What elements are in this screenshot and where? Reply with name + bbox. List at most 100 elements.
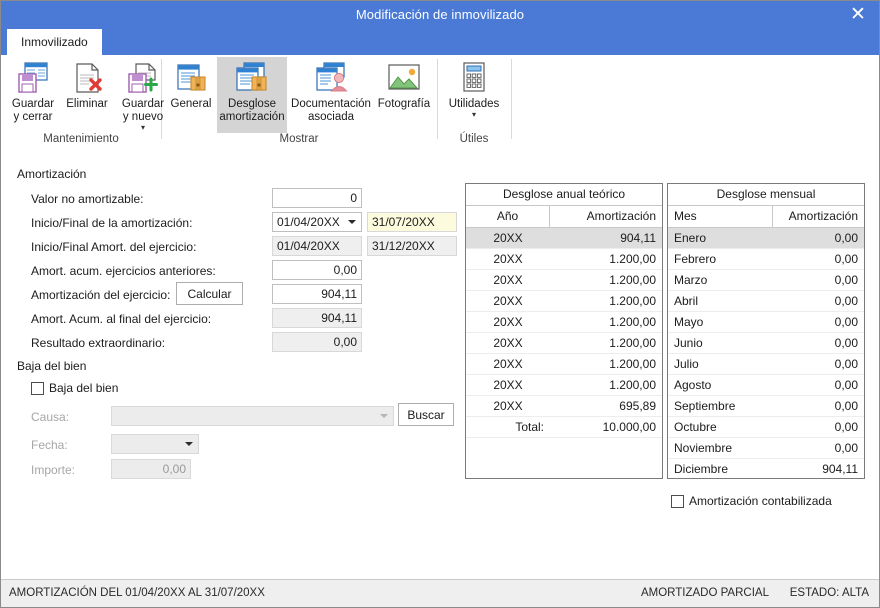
table-cell-label: 20XX [493, 378, 523, 392]
table-cell-value: 0,00 [834, 378, 858, 392]
input-final-amortizacion[interactable]: 31/07/20XX [367, 212, 457, 232]
checkbox-box [671, 494, 684, 508]
input-fecha [111, 434, 199, 454]
label-inicio-final-amortizacion: Inicio/Final de la amortización: [31, 216, 193, 230]
input-causa [111, 406, 394, 426]
column-header-mes: Mes [668, 206, 773, 227]
column-header-amortizacion: Amortización [788, 209, 858, 223]
table-cell-label: Diciembre [674, 462, 729, 476]
input-inicio-ejercicio: 01/04/20XX [272, 236, 362, 256]
table-cell-label: 20XX [493, 252, 523, 266]
table-row[interactable]: Mayo 0,00 [668, 312, 864, 333]
calcular-button[interactable]: Calcular [176, 282, 243, 305]
table-row[interactable]: Diciembre 904,11 [668, 459, 864, 478]
table-cell-value: 10.000,00 [602, 420, 656, 434]
label-importe: Importe: [31, 463, 76, 477]
table-row[interactable]: Marzo 0,00 [668, 270, 864, 291]
table-cell-label: Noviembre [674, 441, 733, 455]
table-cell-value: 904,11 [620, 231, 656, 245]
input-amort-acum-anteriores[interactable]: 0,00 [272, 260, 362, 280]
table-row[interactable]: 20XX 1.200,00 [466, 333, 662, 354]
table-cell-value: 1.200,00 [609, 273, 656, 287]
table-row[interactable]: 20XX 1.200,00 [466, 354, 662, 375]
chevron-down-icon [348, 220, 356, 224]
label-amortizacion-ejercicio: Amortización del ejercicio: [31, 288, 171, 302]
input-importe: 0,00 [111, 459, 191, 479]
tab-inmovilizado[interactable]: Inmovilizado [7, 29, 102, 55]
status-amortizado-parcial: AMORTIZADO PARCIAL [640, 587, 769, 599]
table-row[interactable]: Abril 0,00 [668, 291, 864, 312]
checkbox-amortizacion-contabilizada[interactable]: Amortización contabilizada [671, 494, 832, 508]
table-cell-value: 0,00 [834, 441, 858, 455]
ribbon-group-label: Mostrar [279, 133, 319, 145]
table-body: Enero 0,00 Febrero 0,00 Marzo 0,00 Abril 0,00 Ma… [668, 228, 864, 478]
input-final-ejercicio: 31/12/20XX [367, 236, 457, 256]
modification-dialog: Modificación de inmovilizado ✕ Inmoviliz… [0, 0, 880, 608]
label-inicio-final-ejercicio: Inicio/Final Amort. del ejercicio: [31, 240, 197, 254]
buscar-button[interactable]: Buscar [398, 403, 454, 426]
table-cell-value: 0,00 [834, 336, 858, 350]
table-cell-label: Octubre [674, 420, 717, 434]
column-header-amortizacion: Amortización [586, 209, 656, 223]
table-row[interactable]: Octubre 0,00 [668, 417, 864, 438]
ribbon-toolbar: Guardar y cerrar Eliminar Guardar y nuev… [1, 55, 879, 148]
table-title: Desglose mensual [668, 184, 864, 206]
table-row[interactable]: 20XX 904,11 [466, 228, 662, 249]
table-cell-value: 0,00 [834, 231, 858, 245]
table-row[interactable]: 20XX 1.200,00 [466, 249, 662, 270]
table-cell-label: Agosto [674, 378, 712, 392]
input-amort-acum-final: 904,11 [272, 308, 362, 328]
status-left-text: AMORTIZACIÓN DEL 01/04/20XX AL 31/07/20X… [9, 587, 265, 599]
checkbox-box [31, 381, 44, 395]
table-row[interactable]: 20XX 1.200,00 [466, 312, 662, 333]
table-cell-label: 20XX [493, 357, 523, 371]
table-cell-value: 0,00 [834, 420, 858, 434]
table-row[interactable]: Total: 10.000,00 [466, 417, 662, 438]
table-row[interactable]: 20XX 1.200,00 [466, 270, 662, 291]
input-amortizacion-ejercicio[interactable]: 904,11 [272, 284, 362, 304]
table-cell-label: Enero [674, 231, 707, 245]
table-cell-label: Febrero [674, 252, 717, 266]
status-bar: AMORTIZACIÓN DEL 01/04/20XX AL 31/07/20X… [1, 579, 879, 607]
table-row[interactable]: 20XX 695,89 [466, 396, 662, 417]
checkbox-baja-del-bien[interactable]: Baja del bien [31, 381, 118, 395]
table-desglose-anual: Desglose anual teórico Año Amortización … [465, 183, 663, 479]
table-cell-label: Mayo [674, 315, 704, 329]
table-cell-value: 904,11 [822, 462, 858, 476]
table-cell-value: 1.200,00 [609, 252, 656, 266]
table-row[interactable]: 20XX 1.200,00 [466, 375, 662, 396]
table-cell-label: Abril [674, 294, 699, 308]
table-cell-label: 20XX [493, 399, 523, 413]
table-row[interactable]: Enero 0,00 [668, 228, 864, 249]
table-row[interactable]: 20XX 1.200,00 [466, 291, 662, 312]
table-cell-label: Julio [674, 357, 699, 371]
table-cell-label: Septiembre [674, 399, 736, 413]
ribbon-group-label: Útiles [459, 133, 489, 145]
ribbon-group-mantenimiento: Mantenimiento [1, 55, 161, 147]
input-valor-no-amortizable[interactable]: 0 [272, 188, 362, 208]
table-row[interactable]: Junio 0,00 [668, 333, 864, 354]
close-icon[interactable]: ✕ [843, 3, 873, 27]
table-cell-value: 0,00 [834, 315, 858, 329]
title-bar: Modificación de inmovilizado ✕ Inmoviliz… [1, 1, 879, 55]
label-resultado-extraordinario: Resultado extraordinario: [31, 336, 166, 350]
table-cell-value: 0,00 [834, 252, 858, 266]
table-cell-value: 0,00 [834, 399, 858, 413]
table-row[interactable]: Julio 0,00 [668, 354, 864, 375]
window-title: Modificación de inmovilizado [355, 7, 525, 22]
table-header: Mes Amortización [668, 206, 864, 228]
table-cell-label: 20XX [493, 273, 523, 287]
form-content: Amortización Valor no amortizable: 0 Ini… [1, 147, 879, 579]
table-row[interactable]: Septiembre 0,00 [668, 396, 864, 417]
table-row[interactable]: Febrero 0,00 [668, 249, 864, 270]
table-cell-value: 0,00 [834, 294, 858, 308]
label-valor-no-amortizable: Valor no amortizable: [31, 192, 144, 206]
label-fecha: Fecha: [31, 438, 68, 452]
table-cell-label: 20XX [493, 231, 523, 245]
ribbon-group-label: Mantenimiento [43, 133, 119, 145]
input-inicio-amortizacion[interactable]: 01/04/20XX [272, 212, 362, 232]
table-row[interactable]: Agosto 0,00 [668, 375, 864, 396]
ribbon-group-utiles: Útiles [437, 55, 511, 147]
label-causa: Causa: [31, 410, 70, 424]
table-row[interactable]: Noviembre 0,00 [668, 438, 864, 459]
